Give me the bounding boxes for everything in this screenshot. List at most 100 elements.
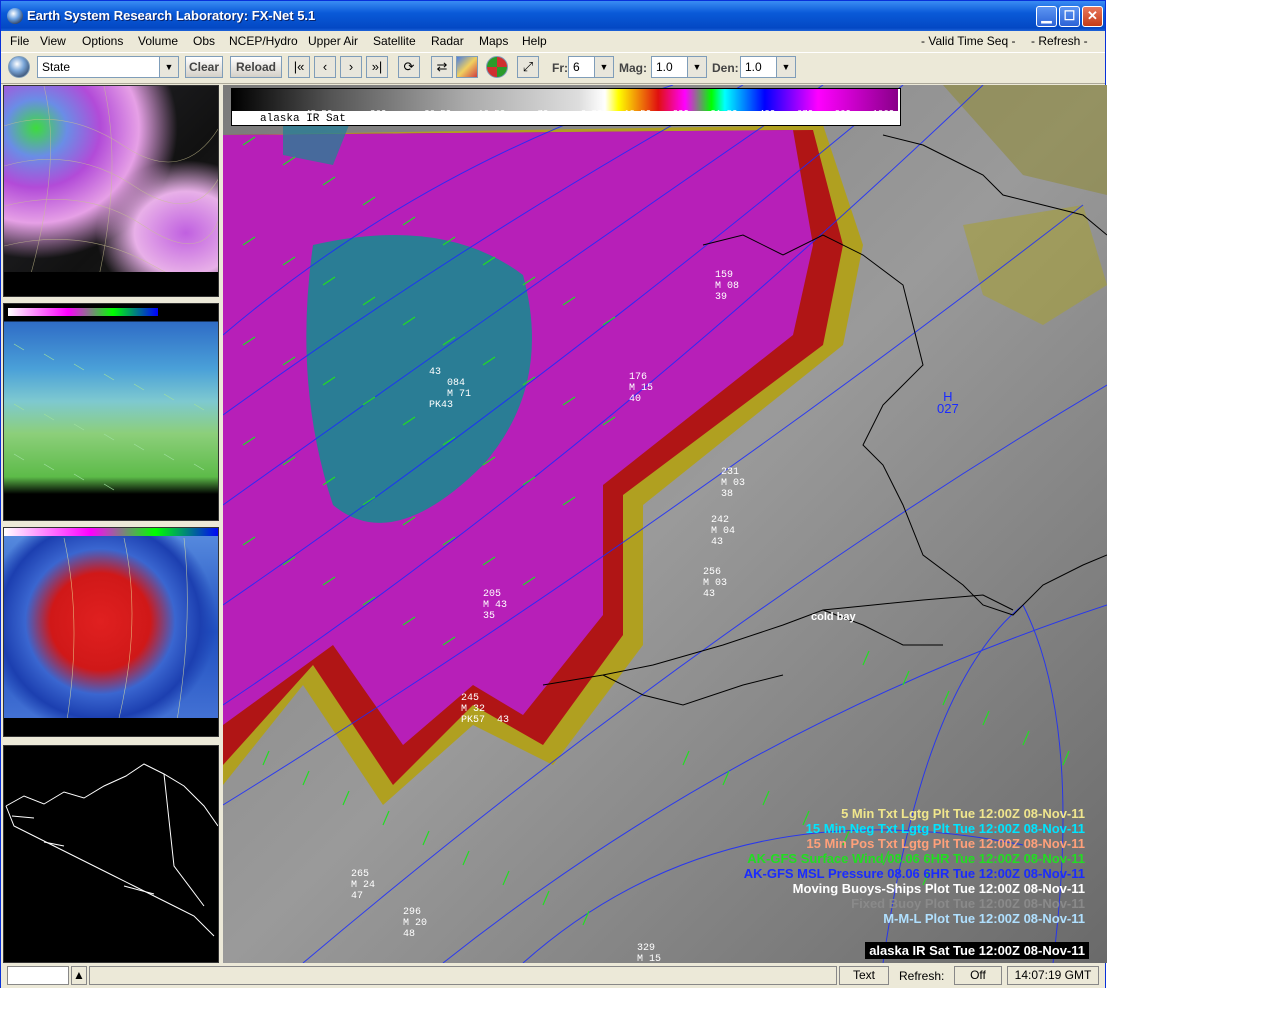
chevron-down-icon[interactable]: ▼ <box>687 57 706 77</box>
colorbar-label: -86C <box>829 109 851 119</box>
refresh-toggle[interactable]: Off <box>954 966 1002 985</box>
status-message <box>89 966 837 985</box>
colorbar-label: 16.5C <box>478 109 506 119</box>
place-label-cold-bay: cold bay <box>811 611 856 623</box>
colorbar-label: -22C <box>667 109 689 119</box>
legend-moving-buoys: Moving Buoys-Ships Plot Tue 12:00Z 08-No… <box>792 881 1085 896</box>
zoom-icon[interactable]: ⤢ <box>517 56 539 78</box>
station-plot: 176 M 15 40 <box>629 372 654 405</box>
prev-frame-icon[interactable]: ‹ <box>314 56 336 78</box>
reload-button[interactable]: Reload <box>230 56 282 78</box>
menu-view[interactable]: View <box>40 34 66 48</box>
legend-lightning-pos: 15 Min Pos Txt Lgtg Plt Tue 12:00Z 08-No… <box>806 836 1085 851</box>
clock-display: 14:07:19 GMT <box>1007 966 1099 985</box>
thumbnail-temperature-map[interactable] <box>3 527 219 737</box>
app-globe-icon <box>7 8 23 24</box>
legend-msl-pressure: AK-GFS MSL Pressure 08.06 6HR Tue 12:00Z… <box>743 866 1085 881</box>
station-plot: 245 M 32 PK57 43 <box>461 693 510 726</box>
menu-upper-air[interactable]: Upper Air <box>308 34 358 48</box>
colorbar-labels: 45.5C 36C 26.5C 16.5C 7C -2.5C -12.5C -2… <box>262 99 894 129</box>
colorbar-label: -106C <box>867 109 895 119</box>
thumbnail-pressure-map[interactable] <box>3 85 219 297</box>
frames-label: Fr: <box>552 61 568 75</box>
magnification-select-value: 1.0 <box>656 60 673 74</box>
station-plot: 43 084 M 71 PK43 <box>429 367 472 411</box>
menu-ncep-hydro[interactable]: NCEP/Hydro <box>229 34 298 48</box>
minimize-button[interactable]: ▁ <box>1036 6 1057 27</box>
chevron-down-icon[interactable]: ▼ <box>776 57 795 77</box>
text-button[interactable]: Text <box>839 966 889 985</box>
density-select-value: 1.0 <box>745 60 762 74</box>
refresh-menu[interactable]: - Refresh - <box>1031 34 1088 48</box>
colorbar-label: -67C <box>791 109 814 119</box>
menu-radar[interactable]: Radar <box>431 34 464 48</box>
next-frame-icon[interactable]: › <box>340 56 362 78</box>
thumbnail-temperature-overlay <box>4 528 218 736</box>
image-settings-icon[interactable] <box>456 56 478 78</box>
magnification-label: Mag: <box>619 61 647 75</box>
colorbar-label: -48C <box>753 109 776 119</box>
menu-obs[interactable]: Obs <box>193 34 215 48</box>
app-window: Earth System Research Laboratory: FX-Net… <box>0 0 1107 988</box>
high-pressure-label: H 027 <box>937 390 959 416</box>
legend-lightning-neg: 15 Min Neg Txt Lgtg Plt Tue 12:00Z 08-No… <box>805 821 1085 836</box>
first-frame-icon[interactable]: |« <box>288 56 310 78</box>
legend-surface-wind: AK-GFS Surface Wind 08.06 6HR Tue 12:00Z… <box>747 851 1085 866</box>
density-label: Den: <box>712 61 739 75</box>
colorbar-label: 26.5C <box>424 109 452 119</box>
station-plot: 265 M 24 47 <box>351 869 376 902</box>
colorbar-label: -2.5C <box>575 109 603 119</box>
thumbnail-outline-map[interactable] <box>3 745 219 963</box>
high-pressure-value: 027 <box>937 401 959 416</box>
title-bar[interactable]: Earth System Research Laboratory: FX-Net… <box>1 1 1105 31</box>
colorbar-product-label: alaska IR Sat <box>260 113 346 125</box>
temperature-colorbar: 45.5C 36C 26.5C 16.5C 7C -2.5C -12.5C -2… <box>231 88 901 126</box>
legend-fixed-buoy: Fixed Buoy Plot Tue 12:00Z 08-Nov-11 <box>851 896 1085 911</box>
frames-select[interactable]: 6 ▼ <box>568 56 614 78</box>
menu-maps[interactable]: Maps <box>479 34 508 48</box>
station-plot: 205 M 43 35 <box>483 589 508 622</box>
chevron-down-icon[interactable]: ▼ <box>159 57 178 77</box>
loop-icon[interactable]: ⟳ <box>398 56 420 78</box>
status-input[interactable] <box>7 966 69 985</box>
magnification-select[interactable]: 1.0 ▼ <box>651 56 707 78</box>
menu-bar: File View Options Volume Obs NCEP/Hydro … <box>1 31 1105 51</box>
refresh-label: Refresh: <box>899 969 945 983</box>
legend-lightning-5min: 5 Min Txt Lgtg Plt Tue 12:00Z 08-Nov-11 <box>841 806 1085 821</box>
globe-icon[interactable] <box>8 56 30 78</box>
legend-mml-plot: M-M-L Plot Tue 12:00Z 08-Nov-11 <box>883 911 1085 926</box>
menu-help[interactable]: Help <box>522 34 547 48</box>
status-scroll-button[interactable]: ▲ <box>71 966 87 985</box>
status-bar: ▲ Text Refresh: Off 14:07:19 GMT <box>1 964 1105 988</box>
thumbnail-wind-barbs <box>8 308 205 491</box>
density-select[interactable]: 1.0 ▼ <box>740 56 796 78</box>
menu-file[interactable]: File <box>10 34 29 48</box>
station-plot: 159 M 08 39 <box>715 270 740 303</box>
last-frame-icon[interactable]: »| <box>366 56 388 78</box>
thumbnail-wind-map[interactable] <box>3 303 219 521</box>
station-plot: 329 M 15 <box>637 943 662 963</box>
crosshair-icon[interactable] <box>486 56 508 78</box>
station-plot: 231 M 03 38 <box>721 467 746 500</box>
station-plot: 296 M 20 48 <box>403 907 428 940</box>
toolbar: State ▼ Clear Reload |« ‹ › »| ⟳ ⇄ ⤢ Fr:… <box>1 52 1105 84</box>
clear-button[interactable]: Clear <box>185 56 223 78</box>
region-select[interactable]: State ▼ <box>37 56 179 78</box>
thumbnail-contours <box>4 86 218 296</box>
menu-options[interactable]: Options <box>82 34 123 48</box>
valid-time-seq-menu[interactable]: - Valid Time Seq - <box>921 34 1015 48</box>
chevron-down-icon[interactable]: ▼ <box>594 57 613 77</box>
menu-satellite[interactable]: Satellite <box>373 34 416 48</box>
frame-time-label: alaska IR Sat Tue 12:00Z 08-Nov-11 <box>865 942 1089 959</box>
close-button[interactable]: ✕ <box>1082 6 1103 27</box>
station-plot: 256 M 03 43 <box>703 567 728 600</box>
thumbnail-alaska-outline <box>5 763 218 937</box>
satellite-map[interactable]: 45.5C 36C 26.5C 16.5C 7C -2.5C -12.5C -2… <box>223 85 1107 963</box>
colorbar-label: 7C <box>537 109 549 119</box>
colorbar-label: 36C <box>370 109 387 119</box>
swap-icon[interactable]: ⇄ <box>431 56 453 78</box>
maximize-button[interactable]: ☐ <box>1059 6 1080 27</box>
menu-volume[interactable]: Volume <box>138 34 178 48</box>
colorbar-label: -31.5C <box>704 109 738 119</box>
frames-select-value: 6 <box>573 60 580 74</box>
